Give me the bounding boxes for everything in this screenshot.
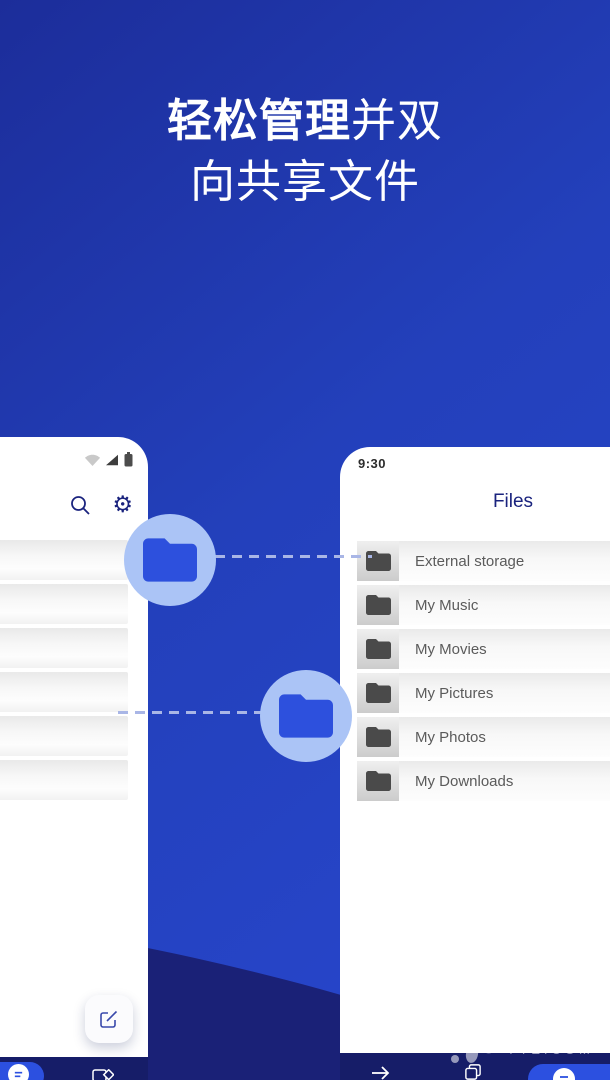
skeleton-list [0, 540, 128, 804]
folder-icon-box [357, 541, 399, 581]
promo-screen: 轻松管理并双 向共享文件 ⚙ [0, 0, 610, 1080]
folder-row[interactable]: My Pictures [357, 673, 610, 713]
folder-icon-box [357, 717, 399, 757]
folder-icon [366, 727, 391, 747]
toolbar: ⚙ [70, 494, 133, 516]
folder-label: My Pictures [415, 685, 493, 702]
compose-fab-button[interactable] [85, 995, 133, 1043]
nav-files-active-pill[interactable] [528, 1064, 610, 1080]
skeleton-list-row[interactable] [0, 628, 128, 668]
skeleton-list-row[interactable] [0, 760, 128, 800]
wifi-icon [85, 454, 100, 466]
title-regular-part: 并双 [351, 95, 443, 146]
watermark: 七叶子 7YZ.COM [446, 1010, 594, 1066]
folder-icon-box [357, 585, 399, 625]
title-line-1: 轻松管理并双 [0, 90, 610, 151]
transfer-dashed-line-bottom [118, 711, 262, 714]
media-library-icon[interactable] [92, 1069, 114, 1080]
folder-bubble-bottom [260, 670, 352, 762]
files-tab-icon [553, 1068, 575, 1080]
transfer-dashed-line-top [215, 555, 372, 558]
folder-icon [279, 694, 333, 738]
folder-icon-box [357, 673, 399, 713]
folder-icon [143, 538, 197, 582]
right-phone-mockup: 9:30 Files External storage My Music My … [340, 447, 610, 1080]
folder-row[interactable]: My Movies [357, 629, 610, 669]
folder-icon [366, 595, 391, 615]
skeleton-list-row[interactable] [0, 716, 128, 756]
folder-row[interactable]: My Photos [357, 717, 610, 757]
skeleton-list-row[interactable] [0, 672, 128, 712]
page-title: 轻松管理并双 向共享文件 [0, 90, 610, 212]
folder-row[interactable]: My Downloads [357, 761, 610, 801]
folder-label: My Photos [415, 729, 486, 746]
folder-list: External storage My Music My Movies My P… [357, 541, 610, 805]
folder-label: My Downloads [415, 773, 513, 790]
title-bold-part: 轻松管理 [167, 95, 351, 146]
watermark-text: 七叶子 7YZ.COM [508, 1010, 594, 1057]
search-icon[interactable] [70, 495, 91, 516]
title-line-2: 向共享文件 [0, 151, 610, 212]
status-bar [85, 452, 133, 467]
folder-icon [366, 771, 391, 791]
status-time: 9:30 [358, 456, 386, 471]
left-phone-mockup: ⚙ [0, 437, 148, 1080]
folder-label: My Movies [415, 641, 487, 658]
skeleton-list-row[interactable] [0, 540, 128, 580]
files-tab-icon [8, 1064, 29, 1080]
folder-icon-box [357, 761, 399, 801]
folder-icon [366, 551, 391, 571]
folder-row[interactable]: My Music [357, 585, 610, 625]
folder-row[interactable]: External storage [357, 541, 610, 581]
watermark-domain: 7YZ.COM [508, 1042, 594, 1057]
folder-icon [366, 639, 391, 659]
watermark-brand: 七叶子 [508, 1010, 594, 1040]
folder-icon-box [357, 629, 399, 669]
folder-label: External storage [415, 553, 524, 570]
folder-bubble-top [124, 514, 216, 606]
watermark-leaf-logo [446, 1010, 502, 1066]
folder-label: My Music [415, 597, 478, 614]
left-bottom-nav [0, 1057, 148, 1080]
skeleton-list-row[interactable] [0, 584, 128, 624]
compose-icon [99, 1009, 119, 1029]
forward-arrow-icon[interactable] [371, 1066, 391, 1080]
settings-icon[interactable]: ⚙ [112, 494, 133, 516]
signal-icon [105, 454, 119, 466]
files-header-title: Files [340, 491, 610, 513]
nav-files-active-pill[interactable] [0, 1062, 44, 1080]
folder-icon [366, 683, 391, 703]
battery-icon [124, 452, 133, 467]
devices-icon[interactable] [464, 1064, 482, 1080]
